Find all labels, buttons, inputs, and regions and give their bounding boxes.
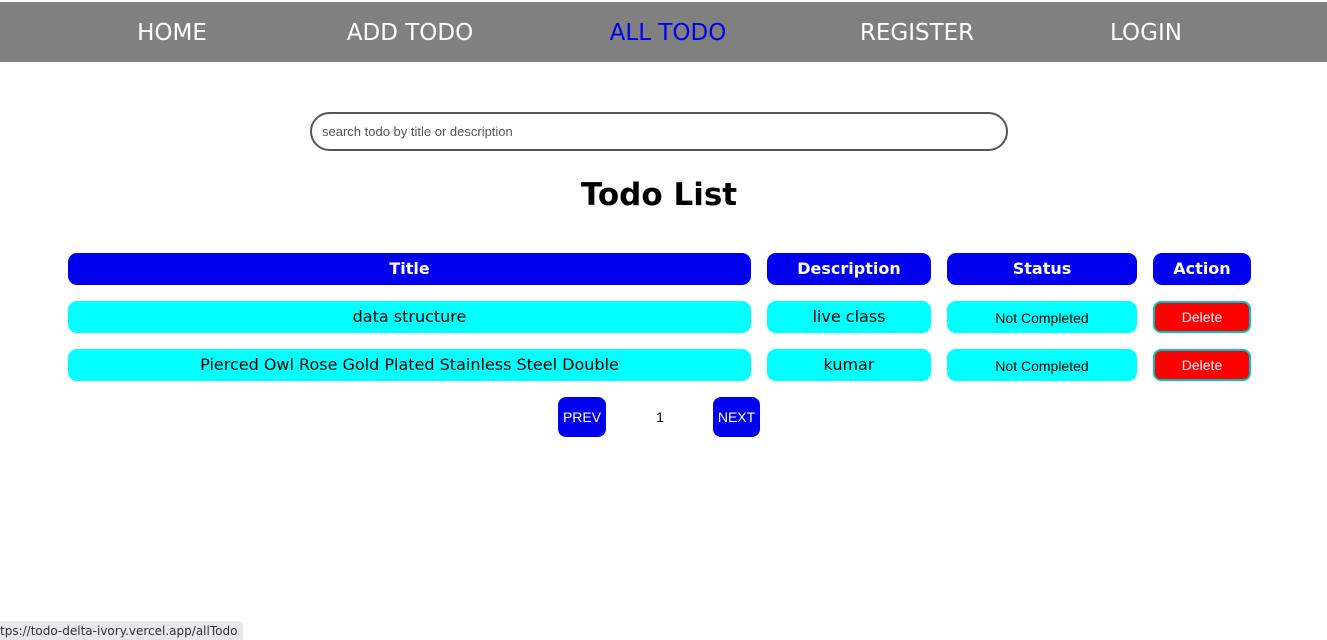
page: HOME ADD TODO ALL TODO REGISTER LOGIN To… [0,0,1327,640]
nav-all-todo-link[interactable]: ALL TODO [610,2,727,62]
todo-description-cell: kumar [767,349,931,381]
prev-page-button[interactable]: PREV [558,397,606,437]
browser-status-bar-url: tps://todo-delta-ivory.vercel.app/allTod… [0,621,244,640]
nav-register-link[interactable]: REGISTER [860,2,974,62]
column-header-action: Action [1153,253,1251,285]
nav-add-todo-link[interactable]: ADD TODO [347,2,473,62]
current-page-number: 1 [656,409,664,425]
todo-status-cell: Not Completed [947,349,1137,381]
delete-button[interactable]: Delete [1153,301,1251,333]
column-header-title: Title [68,253,751,285]
todo-status-cell: Not Completed [947,301,1137,333]
top-navbar: HOME ADD TODO ALL TODO REGISTER LOGIN [0,2,1327,62]
next-page-button[interactable]: NEXT [713,397,760,437]
todo-description-cell: live class [767,301,931,333]
delete-button[interactable]: Delete [1153,349,1251,381]
column-header-status: Status [947,253,1137,285]
page-title: Todo List [580,177,738,213]
nav-home-link[interactable]: HOME [137,2,207,62]
search-input[interactable] [310,112,1008,151]
todo-title-cell: data structure [68,301,751,333]
column-header-description: Description [767,253,931,285]
todo-title-cell: Pierced Owl Rose Gold Plated Stainless S… [68,349,751,381]
nav-login-link[interactable]: LOGIN [1110,2,1182,62]
